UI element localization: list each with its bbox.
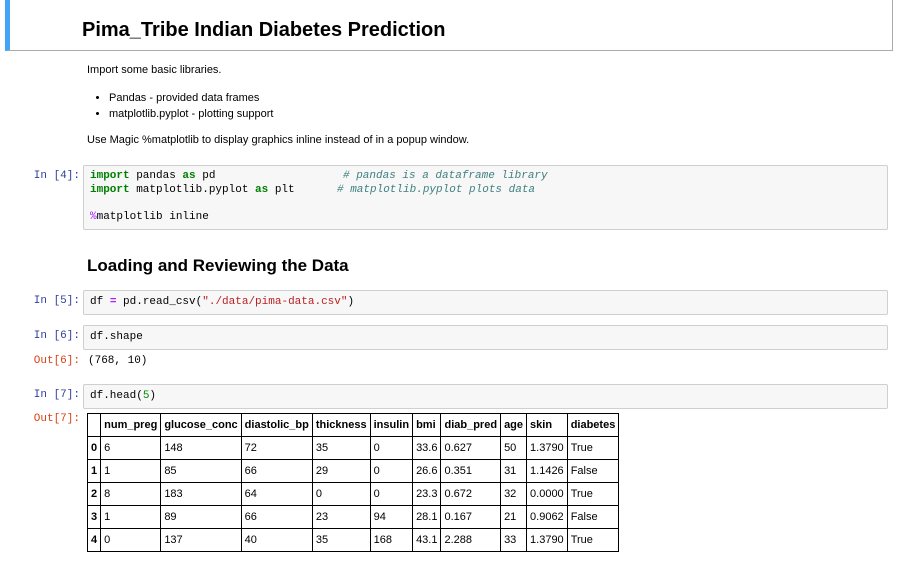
row-index: 4 xyxy=(86,528,102,552)
table-cell: 64 xyxy=(240,482,313,506)
intro-text: Import some basic libraries. xyxy=(87,64,222,76)
table-cell: 168 xyxy=(369,528,414,552)
section-heading: Loading and Reviewing the Data xyxy=(87,256,349,275)
table-cell: True xyxy=(566,528,620,552)
cell7-code: df.head(5) xyxy=(90,390,157,402)
table-cell: 183 xyxy=(160,482,242,506)
cell5-code-input[interactable]: df = pd.read_csv("./data/pima-data.csv") xyxy=(83,290,888,315)
dataframe-table: num_preg glucose_conc diastolic_bp thick… xyxy=(86,413,620,552)
table-cell: 32 xyxy=(500,482,528,506)
table-cell: 2.288 xyxy=(440,528,502,552)
cell7-prompt: In [7]: xyxy=(33,389,80,401)
table-cell: 1.1426 xyxy=(526,459,568,483)
table-cell: 33.6 xyxy=(412,436,442,460)
cell4-line3: %matplotlib inline xyxy=(90,211,209,223)
magic-note: Use Magic %matplotlib to display graphic… xyxy=(87,134,470,146)
table-header: diabetes xyxy=(566,413,620,437)
table-header: num_preg xyxy=(100,413,162,437)
table-header: diab_pred xyxy=(440,413,502,437)
cell6-code: df.shape xyxy=(90,331,143,343)
table-cell: 50 xyxy=(500,436,528,460)
bullet-pandas: Pandas - provided data frames xyxy=(109,90,273,106)
table-cell: 0.627 xyxy=(440,436,502,460)
table-header: glucose_conc xyxy=(160,413,242,437)
table-cell: 40 xyxy=(240,528,313,552)
table-cell: 1.3790 xyxy=(526,436,568,460)
library-bullet-list: Pandas - provided data frames matplotlib… xyxy=(87,90,273,122)
row-index: 0 xyxy=(86,436,102,460)
table-cell: False xyxy=(566,505,620,529)
table-cell: 21 xyxy=(500,505,528,529)
table-header-index xyxy=(86,413,102,437)
table-cell: 0 xyxy=(369,436,414,460)
table-cell: 85 xyxy=(160,459,242,483)
cell7-out-prompt: Out[7]: xyxy=(33,413,80,425)
row-index: 2 xyxy=(86,482,102,506)
cell4-prompt: In [4]: xyxy=(33,170,80,182)
table-cell: 43.1 xyxy=(412,528,442,552)
table-cell: 0 xyxy=(100,528,162,552)
cell6-output: (768, 10) xyxy=(88,355,148,367)
table-cell: 0 xyxy=(369,459,414,483)
table-header: bmi xyxy=(412,413,442,437)
table-cell: 23 xyxy=(311,505,371,529)
table-cell: 26.6 xyxy=(412,459,442,483)
table-cell: 0.351 xyxy=(440,459,502,483)
table-cell: 66 xyxy=(240,459,313,483)
table-cell: True xyxy=(566,482,620,506)
cell5-prompt: In [5]: xyxy=(33,295,80,307)
table-row: 1 1 85 66 29 0 26.6 0.351 31 1.1426 Fals… xyxy=(86,459,620,483)
table-cell: 1 xyxy=(100,505,162,529)
cell6-code-input[interactable]: df.shape xyxy=(83,325,888,350)
table-cell: 35 xyxy=(311,528,371,552)
cell7-code-input[interactable]: df.head(5) xyxy=(83,384,888,409)
table-header: diastolic_bp xyxy=(240,413,313,437)
table-cell: 72 xyxy=(240,436,313,460)
cell6-out-prompt: Out[6]: xyxy=(33,355,80,367)
table-cell: 0.0000 xyxy=(526,482,568,506)
table-cell: 0.167 xyxy=(440,505,502,529)
table-header-row: num_preg glucose_conc diastolic_bp thick… xyxy=(86,413,620,437)
table-header: skin xyxy=(526,413,568,437)
cell4-comment2: # matplotlib.pyplot plots data xyxy=(337,184,536,196)
page-title: Pima_Tribe Indian Diabetes Prediction xyxy=(82,19,446,41)
row-index: 1 xyxy=(86,459,102,483)
table-cell: 31 xyxy=(500,459,528,483)
cell4-line1: import pandas as pd xyxy=(90,170,216,182)
table-cell: True xyxy=(566,436,620,460)
table-cell: 0.672 xyxy=(440,482,502,506)
table-cell: 1.3790 xyxy=(526,528,568,552)
table-cell: 35 xyxy=(311,436,371,460)
table-cell: 1 xyxy=(100,459,162,483)
cell4-comment1: # pandas is a dataframe library xyxy=(343,170,548,182)
cell4-code-input[interactable]: import pandas as pd # pandas is a datafr… xyxy=(83,165,888,230)
table-cell: 89 xyxy=(160,505,242,529)
table-cell: 23.3 xyxy=(412,482,442,506)
table-cell: False xyxy=(566,459,620,483)
table-header: insulin xyxy=(369,413,414,437)
table-row: 3 1 89 66 23 94 28.1 0.167 21 0.9062 Fal… xyxy=(86,505,620,529)
table-cell: 0 xyxy=(311,482,371,506)
table-cell: 29 xyxy=(311,459,371,483)
table-cell: 6 xyxy=(100,436,162,460)
table-cell: 66 xyxy=(240,505,313,529)
table-cell: 33 xyxy=(500,528,528,552)
table-cell: 137 xyxy=(160,528,242,552)
table-cell: 28.1 xyxy=(412,505,442,529)
bullet-matplotlib: matplotlib.pyplot - plotting support xyxy=(109,106,273,122)
cell4-line2: import matplotlib.pyplot as plt xyxy=(90,184,295,196)
table-header: age xyxy=(500,413,528,437)
table-header: thickness xyxy=(311,413,371,437)
table-cell: 0.9062 xyxy=(526,505,568,529)
table-row: 2 8 183 64 0 0 23.3 0.672 32 0.0000 True xyxy=(86,482,620,506)
table-row: 0 6 148 72 35 0 33.6 0.627 50 1.3790 Tru… xyxy=(86,436,620,460)
table-cell: 148 xyxy=(160,436,242,460)
table-cell: 94 xyxy=(369,505,414,529)
cell6-prompt: In [6]: xyxy=(33,330,80,342)
table-cell: 0 xyxy=(369,482,414,506)
table-cell: 8 xyxy=(100,482,162,506)
row-index: 3 xyxy=(86,505,102,529)
cell5-code: df = pd.read_csv("./data/pima-data.csv") xyxy=(90,296,355,308)
table-row: 4 0 137 40 35 168 43.1 2.288 33 1.3790 T… xyxy=(86,528,620,552)
